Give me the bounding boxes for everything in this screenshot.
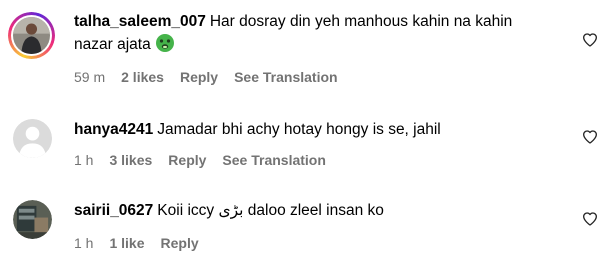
likes-count[interactable]: 1 like (109, 235, 144, 251)
story-ring (8, 12, 55, 59)
comment-username[interactable]: sairii_0627 (74, 202, 153, 219)
profile-photo-icon (13, 200, 52, 239)
heart-outline-icon[interactable] (582, 129, 598, 145)
reply-button[interactable]: Reply (168, 152, 206, 168)
nauseated-face-icon (155, 33, 175, 53)
comment-meta: 1 h 1 like Reply (74, 235, 215, 251)
comment-time: 1 h (74, 152, 94, 168)
avatar-photo[interactable] (13, 200, 52, 239)
heart-outline-icon[interactable] (582, 32, 598, 48)
avatar-photo (13, 17, 50, 54)
comment-meta: 59 m 2 likes Reply See Translation (74, 69, 354, 85)
comment-body: sairii_0627 Koii iccy بڑی daloo zleel ins… (74, 199, 565, 222)
comment-body: hanya4241 Jamadar bhi achy hotay hongy is… (74, 118, 565, 141)
comment-time: 59 m (74, 69, 106, 85)
reply-button[interactable]: Reply (180, 69, 218, 85)
comment-text-continued: nazar ajata (74, 36, 151, 53)
person-photo-icon (13, 17, 50, 54)
comment-text: Koii iccy بڑی daloo zleel insan ko (157, 202, 384, 219)
comment-body: talha_saleem_007 Har dosray din yeh manho… (74, 10, 565, 56)
default-user-icon (13, 119, 52, 158)
comment-text: Har dosray din yeh manhous kahin na kahi… (209, 13, 513, 30)
comment-time: 1 h (74, 235, 94, 251)
reply-button[interactable]: Reply (161, 235, 199, 251)
comment-username[interactable]: hanya4241 (74, 121, 153, 138)
comment-meta: 1 h 3 likes Reply See Translation (74, 152, 342, 168)
avatar-story-ring[interactable] (8, 12, 55, 59)
likes-count[interactable]: 2 likes (121, 69, 164, 85)
avatar-default[interactable] (13, 119, 52, 158)
heart-outline-icon[interactable] (582, 211, 598, 227)
comment-text: Jamadar bhi achy hotay hongy is se, jahi… (157, 121, 441, 138)
see-translation-button[interactable]: See Translation (222, 152, 325, 168)
comment-username[interactable]: talha_saleem_007 (74, 13, 206, 30)
see-translation-button[interactable]: See Translation (234, 69, 337, 85)
likes-count[interactable]: 3 likes (109, 152, 152, 168)
